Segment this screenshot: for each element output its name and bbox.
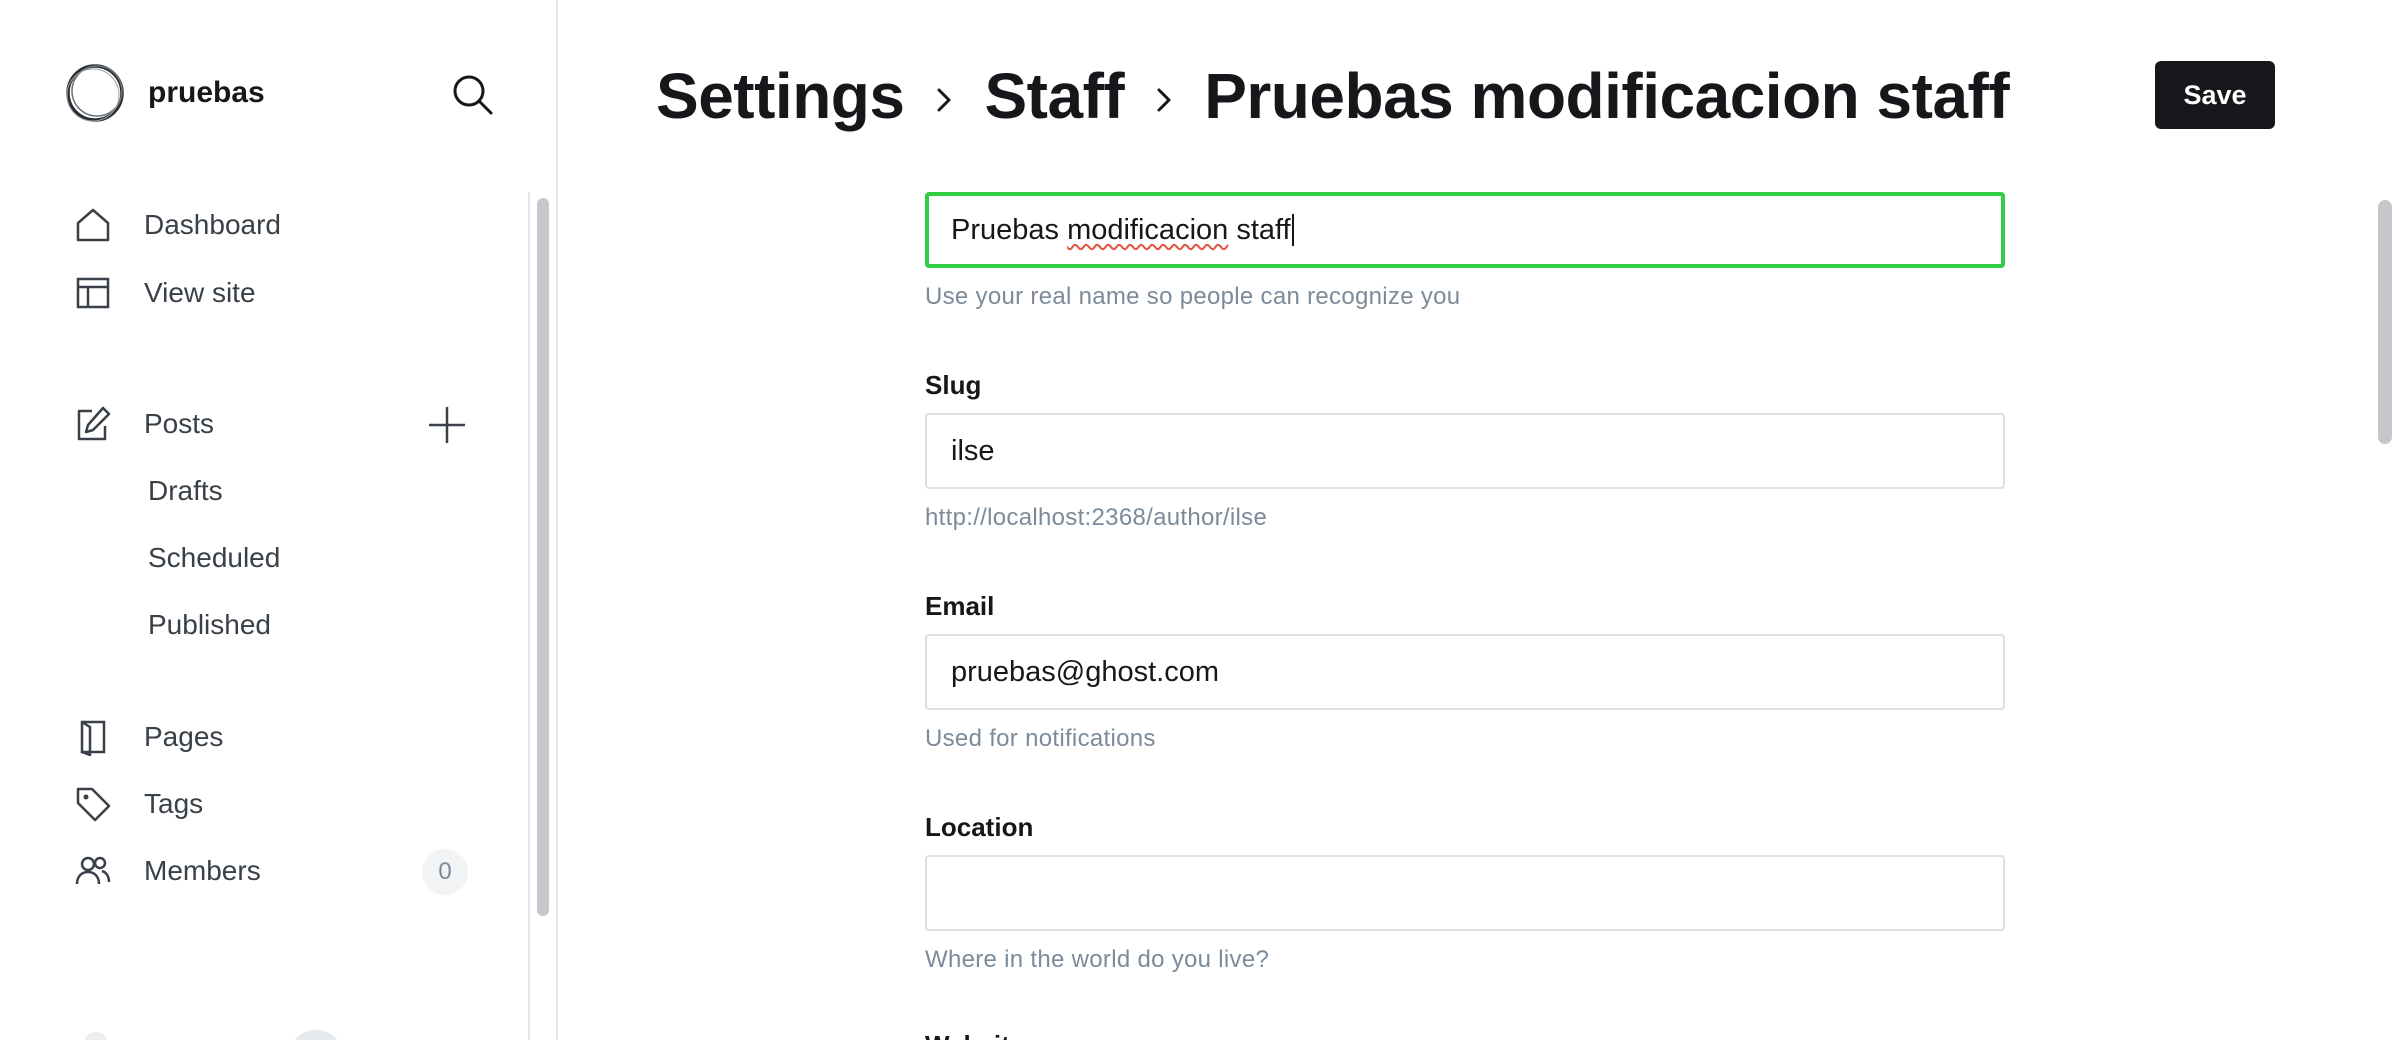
location-hint: Where in the world do you live? [925, 946, 1270, 973]
plus-icon [429, 407, 465, 443]
website-label: Website [925, 1030, 1024, 1040]
tag-icon [74, 785, 112, 823]
chevron-right-icon [1157, 88, 1171, 112]
slug-value: ilse [951, 434, 995, 467]
location-label: Location [925, 812, 1034, 842]
sidebar-item-posts[interactable]: Posts [74, 401, 214, 447]
sidebar-item-tags[interactable]: Tags [74, 781, 203, 827]
sidebar-bottom-icon[interactable] [84, 1032, 108, 1040]
sidebar-item-label: Dashboard [144, 209, 281, 240]
sidebar-item-published[interactable]: Published [148, 609, 271, 641]
brand-logo-icon [64, 62, 126, 124]
sidebar-item-scheduled[interactable]: Scheduled [148, 542, 280, 574]
email-input[interactable]: pruebas@ghost.com [925, 634, 2005, 710]
slug-url-hint: http://localhost:2368/author/ilse [925, 504, 1268, 531]
main-scrollbar[interactable] [2378, 200, 2392, 444]
text-caret [1291, 214, 1294, 246]
search-button[interactable] [450, 72, 496, 118]
sidebar-item-label: View site [144, 277, 256, 308]
sidebar-item-label: Tags [144, 788, 204, 819]
save-button[interactable]: Save [2155, 61, 2275, 129]
slug-label: Slug [925, 370, 982, 400]
sidebar-item-members[interactable]: Members [74, 848, 261, 894]
full-name-hint: Use your real name so people can recogni… [925, 283, 1461, 310]
breadcrumb-settings[interactable]: Settings [656, 59, 905, 133]
chevron-right-icon [937, 88, 951, 112]
sidebar-item-view-site[interactable]: View site [74, 270, 256, 316]
breadcrumb: Settings Staff Pruebas modificacion staf… [656, 56, 2010, 136]
brand[interactable]: pruebas [64, 62, 265, 124]
home-icon [74, 206, 112, 244]
new-post-button[interactable] [424, 402, 470, 448]
layout-icon [74, 274, 112, 312]
slug-input[interactable]: ilse [925, 413, 2005, 489]
email-value: pruebas@ghost.com [951, 655, 1220, 688]
user-avatar[interactable] [288, 1030, 344, 1040]
sidebar-item-label: Posts [144, 408, 215, 439]
page-icon [74, 718, 112, 756]
page-title: Pruebas modificacion staff [1204, 60, 2010, 132]
sidebar: pruebas Dashboard View site Posts Drafts… [0, 0, 558, 1040]
members-count-badge: 0 [422, 849, 468, 895]
sidebar-item-dashboard[interactable]: Dashboard [74, 202, 281, 248]
email-hint: Used for notifications [925, 725, 1156, 752]
breadcrumb-staff[interactable]: Staff [984, 59, 1124, 133]
brand-name: pruebas [148, 76, 265, 109]
full-name-value: Pruebas modificacion staff [951, 213, 1291, 246]
sidebar-item-label: Members [144, 855, 261, 886]
search-icon [453, 75, 493, 115]
email-label: Email [925, 591, 995, 621]
sidebar-item-label: Pages [144, 721, 224, 752]
sidebar-item-pages[interactable]: Pages [74, 714, 223, 760]
sidebar-item-drafts[interactable]: Drafts [148, 475, 223, 507]
edit-icon [74, 405, 112, 443]
full-name-input[interactable]: Pruebas modificacion staff [925, 192, 2005, 268]
location-input[interactable] [925, 855, 2005, 931]
sidebar-scrollbar[interactable] [537, 198, 549, 916]
members-icon [74, 852, 112, 890]
